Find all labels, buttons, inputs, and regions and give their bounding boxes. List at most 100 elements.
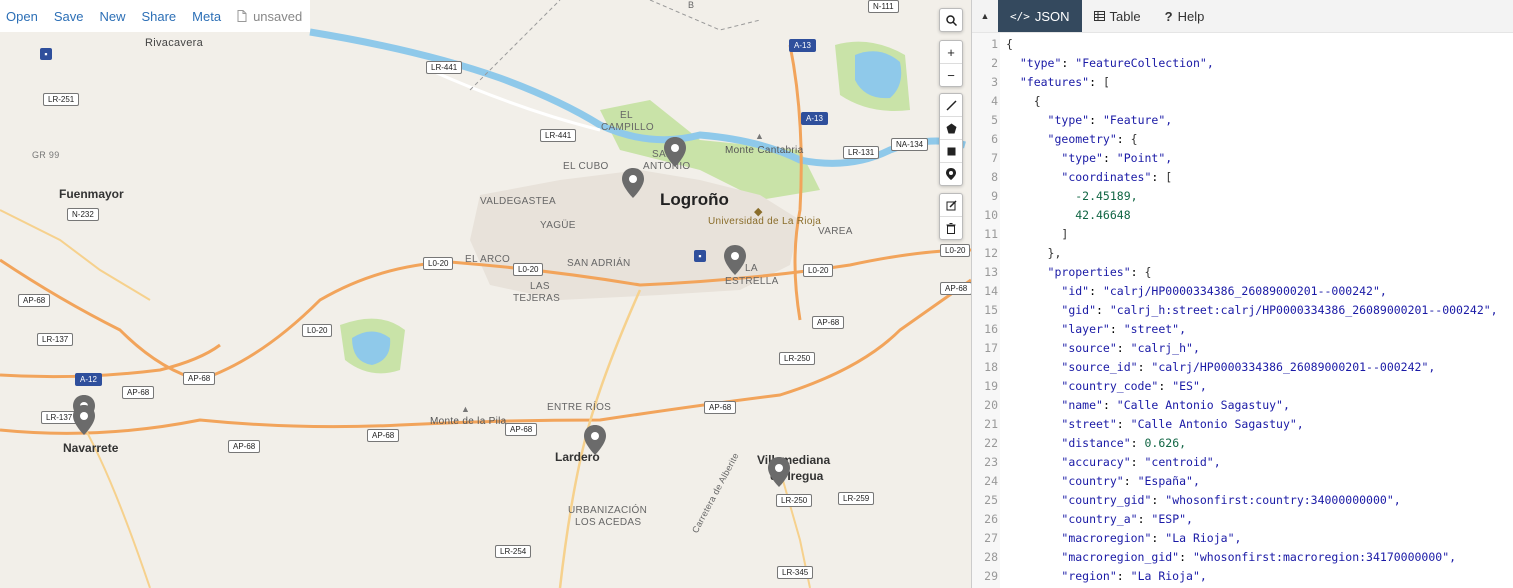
code-text: "source_id": "calrj/HP0000334386_2608900… — [1061, 360, 1436, 374]
code-text: "properties": { — [1047, 265, 1152, 279]
place-label: SAN ADRIÁN — [567, 258, 631, 269]
delete-layers-button[interactable] — [940, 217, 962, 239]
place-label: GR 99 — [32, 150, 60, 160]
code-line: 9 -2.45189, — [972, 187, 1138, 206]
tab-help[interactable]: ? Help — [1153, 0, 1217, 32]
road-n232 — [0, 209, 151, 301]
train-station-icon: ▪ — [694, 250, 706, 262]
trash-icon — [946, 222, 956, 234]
zoom-in-button[interactable]: + — [940, 41, 962, 64]
code-line: 22 "distance": 0.626, — [972, 434, 1186, 453]
json-editor[interactable]: 1{2 "type": "FeatureCollection", 3 "featu… — [972, 33, 1513, 588]
draw-rectangle-button[interactable] — [940, 140, 962, 163]
tab-label: Table — [1109, 8, 1141, 24]
road-shield: LR-259 — [838, 492, 875, 505]
collapse-panel-button[interactable]: ▲ — [972, 0, 998, 32]
tab-json[interactable]: </> JSON — [998, 0, 1082, 32]
line-number: 27 — [984, 531, 998, 545]
code-text: "street": "Calle Antonio Sagastuy", — [1061, 417, 1304, 431]
meta-button[interactable]: Meta — [192, 9, 221, 24]
line-number: 1 — [991, 37, 998, 51]
code-line: 11 ] — [972, 225, 1068, 244]
tab-table[interactable]: Table — [1082, 0, 1153, 32]
line-number: 7 — [991, 151, 998, 165]
road-shield: AP-68 — [228, 440, 261, 453]
edit-layers-button[interactable] — [940, 194, 962, 217]
save-button[interactable]: Save — [54, 9, 84, 24]
line-number: 13 — [984, 265, 998, 279]
line-number: 10 — [984, 208, 998, 222]
road-shield: LR-441 — [426, 61, 463, 74]
search-icon — [945, 14, 957, 26]
panel-tabs: ▲ </> JSON Table ? Help — [972, 0, 1513, 33]
map-marker-pin-icon[interactable] — [584, 425, 606, 455]
document-icon — [237, 10, 247, 22]
map-marker-pin-icon[interactable] — [768, 457, 790, 487]
road-shield: LR-254 — [495, 545, 532, 558]
code-text: "features": [ — [1019, 75, 1110, 89]
code-text: "country_code": "ES", — [1061, 379, 1207, 393]
new-button[interactable]: New — [99, 9, 125, 24]
code-text: "source": "calrj_h", — [1061, 341, 1200, 355]
road-shield: AP-68 — [505, 423, 538, 436]
edit-toolbar — [939, 193, 963, 240]
code-line: 13 "properties": { — [972, 263, 1151, 282]
draw-line-button[interactable] — [940, 94, 962, 117]
code-line: 26 "country_a": "ESP", — [972, 510, 1193, 529]
zoom-out-button[interactable]: − — [940, 64, 962, 86]
road-shield: A-13 — [801, 112, 828, 125]
map-marker-pin-icon[interactable] — [622, 168, 644, 198]
line-number: 21 — [984, 417, 998, 431]
map-marker-pin-icon[interactable] — [73, 405, 95, 435]
zoom-control: + − — [939, 40, 963, 87]
code-line: 2 "type": "FeatureCollection", — [972, 54, 1214, 73]
town-label-navarrete: Navarrete — [63, 441, 119, 455]
map-marker-pin-icon[interactable] — [664, 137, 686, 167]
share-button[interactable]: Share — [141, 9, 176, 24]
code-text: ] — [1006, 227, 1069, 241]
line-number: 19 — [984, 379, 998, 393]
road-shield: LR-250 — [779, 352, 816, 365]
city-label-logrono: Logroño — [660, 190, 729, 209]
peak-icon: ▲ — [755, 131, 764, 141]
search-button[interactable] — [940, 9, 962, 31]
search-control — [939, 8, 963, 32]
university-icon: ◆ — [754, 206, 763, 218]
code-line: 19 "country_code": "ES", — [972, 377, 1207, 396]
code-text: { — [1006, 94, 1041, 108]
open-button[interactable]: Open — [6, 9, 38, 24]
code-line: 18 "source_id": "calrj/HP0000334386_2608… — [972, 358, 1435, 377]
code-line: 17 "source": "calrj_h", — [972, 339, 1200, 358]
line-number: 5 — [991, 113, 998, 127]
code-text: }, — [1006, 246, 1062, 260]
line-number: 17 — [984, 341, 998, 355]
editor-panel: ▲ </> JSON Table ? Help 1{2 "type": "Fea… — [971, 0, 1513, 588]
boundary-line — [649, 0, 761, 31]
code-line: 8 "coordinates": [ — [972, 168, 1172, 187]
code-line: 1{ — [972, 35, 1013, 54]
place-label: VAREA — [818, 226, 853, 237]
place-label: URBANIZACIÓN — [568, 505, 648, 516]
code-line: 5 "type": "Feature", — [972, 111, 1172, 130]
map-view[interactable]: Rivacavera EL CAMPILLO SAN ANTONIO EL CU… — [0, 0, 971, 588]
code-line: 20 "name": "Calle Antonio Sagastuy", — [972, 396, 1290, 415]
line-number: 16 — [984, 322, 998, 336]
map-marker-pin-icon[interactable] — [724, 245, 746, 275]
road-shield: LR-250 — [776, 494, 813, 507]
code-text: "type": "Feature", — [1047, 113, 1173, 127]
code-line: 23 "accuracy": "centroid", — [972, 453, 1221, 472]
road-shield: LR-137 — [41, 411, 78, 424]
line-number: 11 — [984, 227, 998, 241]
code-text: "coordinates": [ — [1061, 170, 1173, 184]
polyline-icon — [945, 99, 957, 111]
code-line: 15 "gid": "calrj_h:street:calrj/HP000033… — [972, 301, 1497, 320]
place-label: LOS ACEDAS — [575, 517, 642, 528]
draw-marker-button[interactable] — [940, 163, 962, 185]
code-line: 14 "id": "calrj/HP0000334386_26089000201… — [972, 282, 1387, 301]
place-label: ESTRELLA — [725, 276, 779, 287]
place-label: VALDEGASTEA — [480, 196, 556, 207]
place-label: EL — [620, 110, 633, 121]
table-icon — [1093, 11, 1105, 21]
road-shield: AP-68 — [122, 386, 155, 399]
draw-polygon-button[interactable] — [940, 117, 962, 140]
